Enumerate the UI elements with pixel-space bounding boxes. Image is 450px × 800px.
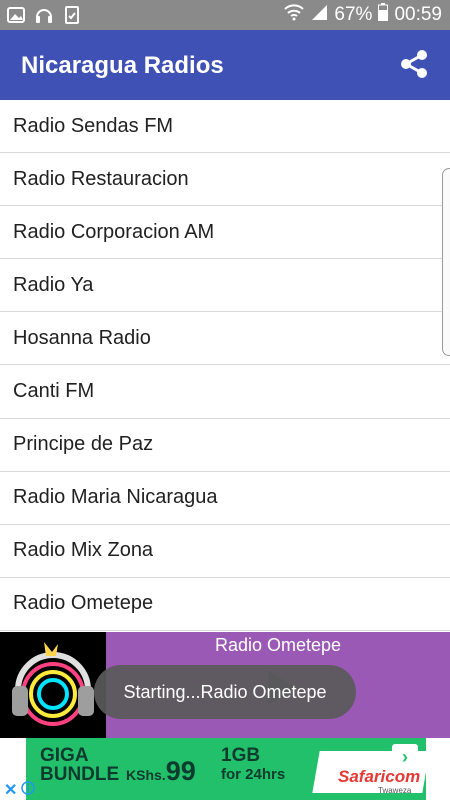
list-item[interactable]: Radio Ometepe <box>0 578 450 631</box>
ad-banner[interactable]: GIGA BUNDLE KShs.99 1GB for 24hrs Safari… <box>0 738 450 800</box>
list-item[interactable]: Radio Ya <box>0 259 450 313</box>
saved-icon <box>62 5 82 25</box>
list-item[interactable]: Radio Restauracion <box>0 153 450 207</box>
photo-icon <box>6 5 26 25</box>
station-label: Radio Restauracion <box>13 167 189 190</box>
album-art <box>0 632 106 738</box>
clock: 00:59 <box>394 4 442 25</box>
ad-price-value: 99 <box>165 756 196 786</box>
ad-creative[interactable]: GIGA BUNDLE KShs.99 1GB for 24hrs Safari… <box>26 738 426 800</box>
ad-close-icon[interactable]: ✕ <box>4 780 17 800</box>
status-left-icons <box>6 5 82 25</box>
ad-price: KShs.99 <box>126 756 196 787</box>
ad-arrow-icon[interactable]: › <box>392 744 418 770</box>
list-item[interactable]: Radio Mix Zona <box>0 525 450 578</box>
station-label: Radio Mix Zona <box>13 539 154 562</box>
list-item[interactable]: Radio Corporacion AM <box>0 206 450 260</box>
battery-icon <box>378 3 389 27</box>
ad-duration: for 24hrs <box>221 766 286 783</box>
ad-data-offer: 1GB for 24hrs <box>221 746 285 784</box>
now-playing-title: Radio Ometepe <box>214 635 342 655</box>
list-item[interactable]: Hosanna Radio <box>0 312 450 366</box>
status-right: 67% 00:59 <box>284 3 442 27</box>
signal-icon <box>310 3 328 27</box>
list-item[interactable]: Radio Maria Nicaragua <box>0 472 450 525</box>
wifi-icon <box>284 3 305 27</box>
edge-panel-handle[interactable] <box>442 168 450 356</box>
status-bar: 67% 00:59 <box>0 0 450 30</box>
station-label: Radio Sendas FM <box>13 114 174 137</box>
ad-currency: KShs. <box>126 767 166 783</box>
ad-info-icon[interactable] <box>21 780 36 800</box>
ad-brand: Safaricom <box>338 767 421 786</box>
toast-message: Starting...Radio Ometepe <box>94 665 356 719</box>
share-button[interactable] <box>397 47 431 81</box>
list-item[interactable]: Radio Sendas FM <box>0 100 450 154</box>
station-label: Radio Ometepe <box>13 592 154 615</box>
headphones-icon <box>34 5 54 25</box>
station-label: Hosanna Radio <box>13 326 151 349</box>
list-item[interactable]: Canti FM <box>0 365 450 419</box>
station-label: Canti FM <box>13 380 95 403</box>
ad-line1: GIGA <box>40 745 89 766</box>
battery-percent: 67% <box>334 4 373 25</box>
station-label: Principe de Paz <box>13 433 154 456</box>
ad-controls: ✕ <box>4 780 44 800</box>
page-title: Nicaragua Radios <box>21 52 224 79</box>
share-icon <box>401 50 427 78</box>
ad-data: 1GB <box>221 745 261 766</box>
station-label: Radio Corporacion AM <box>13 220 215 243</box>
ad-headline: GIGA BUNDLE <box>40 746 119 784</box>
station-label: Radio Ya <box>13 273 94 296</box>
station-list: Radio Sendas FM Radio Restauracion Radio… <box>0 100 450 631</box>
ad-tagline: Twaweza <box>378 786 412 795</box>
app-bar: Nicaragua Radios <box>0 30 450 100</box>
station-label: Radio Maria Nicaragua <box>13 486 218 509</box>
ad-line2: BUNDLE <box>40 764 120 785</box>
list-item[interactable]: Principe de Paz <box>0 419 450 472</box>
